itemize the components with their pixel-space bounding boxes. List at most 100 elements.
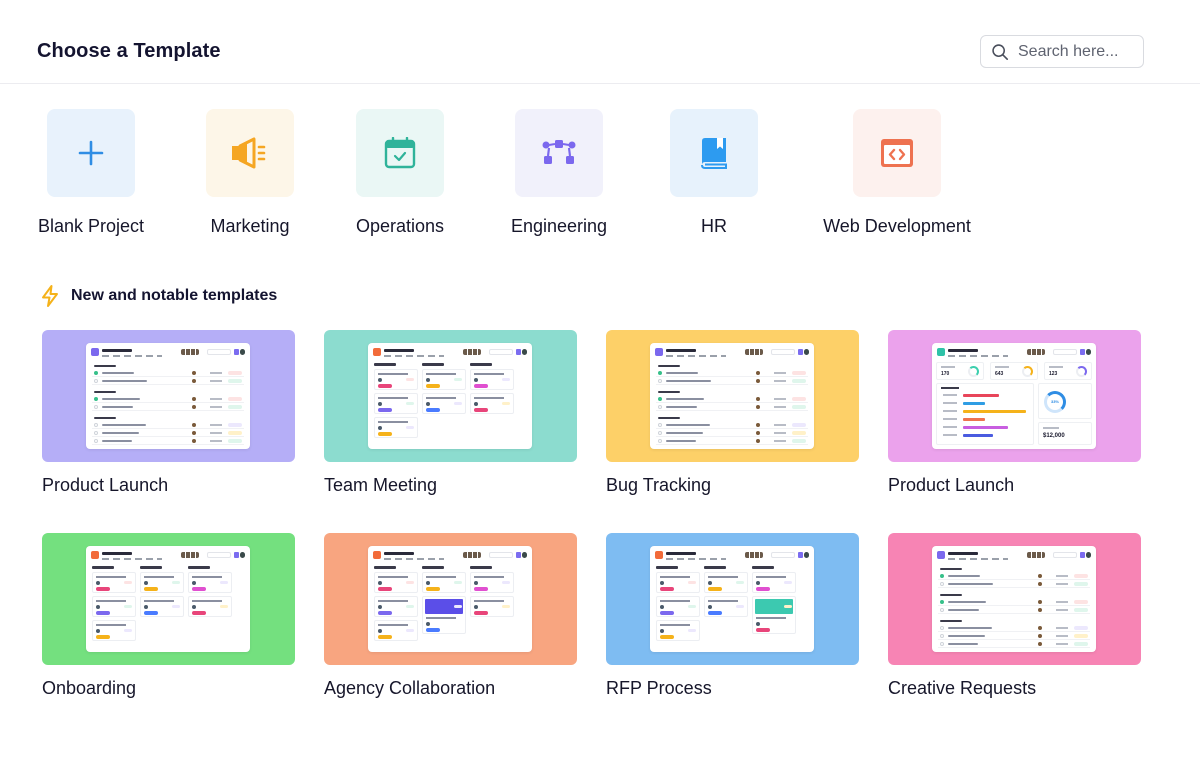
- category-tile[interactable]: [515, 109, 603, 197]
- template-name: Bug Tracking: [606, 475, 712, 495]
- preview-column: [470, 566, 514, 620]
- template-thumbnail[interactable]: [606, 533, 859, 665]
- template-thumbnail[interactable]: [888, 533, 1141, 665]
- template-thumbnail[interactable]: [324, 330, 577, 462]
- preview-logo: [91, 551, 99, 559]
- template-preview: [86, 546, 250, 652]
- category-tile[interactable]: [206, 109, 294, 197]
- preview-task-card: [656, 620, 700, 641]
- template-preview: [368, 343, 532, 449]
- search-box[interactable]: [980, 35, 1144, 68]
- preview-logo: [655, 348, 663, 356]
- preview-avatars: [1027, 552, 1045, 558]
- preview-task-card: [92, 620, 136, 641]
- preview-kpi-card: 170: [936, 362, 984, 380]
- preview-avatars: [463, 552, 481, 558]
- preview-column: [374, 363, 418, 441]
- preview-kpi-card: 643: [990, 362, 1038, 380]
- preview-row: [92, 378, 244, 385]
- category-tile[interactable]: [47, 109, 135, 197]
- preview-title: [948, 349, 978, 352]
- category-tile[interactable]: [670, 109, 758, 197]
- search-icon: [992, 43, 1009, 60]
- category-blank-project[interactable]: Blank Project: [38, 109, 144, 236]
- preview-logo: [937, 551, 945, 559]
- preview-row: [92, 370, 244, 377]
- preview-topbar: [937, 348, 1091, 360]
- template-thumbnail[interactable]: [324, 533, 577, 665]
- preview-task-card: [92, 572, 136, 593]
- template-thumbnail[interactable]: 170 643 123 33% $12,000: [888, 330, 1141, 462]
- preview-row: [656, 430, 808, 437]
- preview-donut-value: 33%: [1050, 399, 1059, 404]
- template-card[interactable]: Product Launch: [42, 330, 295, 495]
- preview-button: [516, 349, 521, 355]
- category-operations[interactable]: Operations: [356, 109, 444, 236]
- preview-column: [752, 566, 796, 637]
- preview-row: [938, 633, 1090, 640]
- preview-tabs: [948, 558, 1008, 560]
- template-card[interactable]: Bug Tracking: [606, 330, 859, 495]
- template-card[interactable]: Onboarding: [42, 533, 295, 698]
- category-hr[interactable]: HR: [670, 109, 758, 236]
- template-thumbnail[interactable]: [42, 533, 295, 665]
- preview-avatars: [463, 349, 481, 355]
- code-window-icon: [881, 139, 913, 167]
- preview-donut: 33%: [1038, 383, 1092, 419]
- template-thumbnail[interactable]: [42, 330, 295, 462]
- preview-title: [384, 552, 414, 555]
- preview-row: [656, 422, 808, 429]
- header: Choose a Template: [0, 0, 1200, 84]
- template-thumbnail[interactable]: [606, 330, 859, 462]
- preview-row: [656, 438, 808, 445]
- preview-kpi-value: 123: [1049, 371, 1058, 377]
- preview-tabs: [384, 355, 444, 357]
- preview-bar: [963, 402, 985, 405]
- lightning-icon: [42, 285, 58, 307]
- preview-task-card: [92, 596, 136, 617]
- template-name: Agency Collaboration: [324, 678, 496, 698]
- preview-task-card: [374, 369, 418, 390]
- category-marketing[interactable]: Marketing: [206, 109, 294, 236]
- search-input[interactable]: [1018, 42, 1138, 61]
- category-tile[interactable]: [853, 109, 941, 197]
- preview-button: [1080, 552, 1085, 558]
- preview-button: [798, 552, 803, 558]
- preview-group-header: [658, 417, 680, 419]
- category-web-development[interactable]: Web Development: [823, 109, 971, 236]
- preview-bar: [963, 434, 993, 437]
- preview-bar: [963, 394, 1000, 397]
- template-card[interactable]: Creative Requests: [888, 533, 1141, 698]
- preview-row: [938, 641, 1090, 648]
- preview-row: [92, 438, 244, 445]
- plus-icon: [78, 140, 104, 166]
- preview-total-value: $12,000: [1043, 433, 1065, 439]
- preview-group-header: [658, 365, 680, 367]
- template-card[interactable]: Agency Collaboration: [324, 533, 577, 698]
- preview-group-header: [940, 594, 962, 596]
- preview-topbar: [91, 551, 245, 563]
- preview-avatar: [240, 349, 245, 355]
- preview-task-card: [188, 572, 232, 593]
- book-icon: [701, 138, 727, 169]
- template-name: Team Meeting: [324, 475, 438, 495]
- template-name: Product Launch: [888, 475, 1015, 495]
- template-card[interactable]: RFP Process: [606, 533, 859, 698]
- preview-row: [656, 370, 808, 377]
- preview-group-header: [94, 365, 116, 367]
- preview-row: [92, 430, 244, 437]
- preview-button: [234, 552, 239, 558]
- template-name: RFP Process: [606, 678, 712, 698]
- category-tile[interactable]: [356, 109, 444, 197]
- preview-bar: [963, 418, 985, 421]
- template-card[interactable]: Team Meeting: [324, 330, 577, 495]
- preview-row: [92, 422, 244, 429]
- preview-kpi-card: 123: [1044, 362, 1092, 380]
- preview-search: [771, 552, 795, 558]
- category-engineering[interactable]: Engineering: [511, 109, 607, 236]
- template-card[interactable]: 170 643 123 33% $12,000 Product Launch: [888, 330, 1141, 495]
- preview-column: [92, 566, 136, 644]
- preview-column: [470, 363, 514, 417]
- template-preview: [86, 343, 250, 449]
- preview-task-card: [704, 596, 748, 617]
